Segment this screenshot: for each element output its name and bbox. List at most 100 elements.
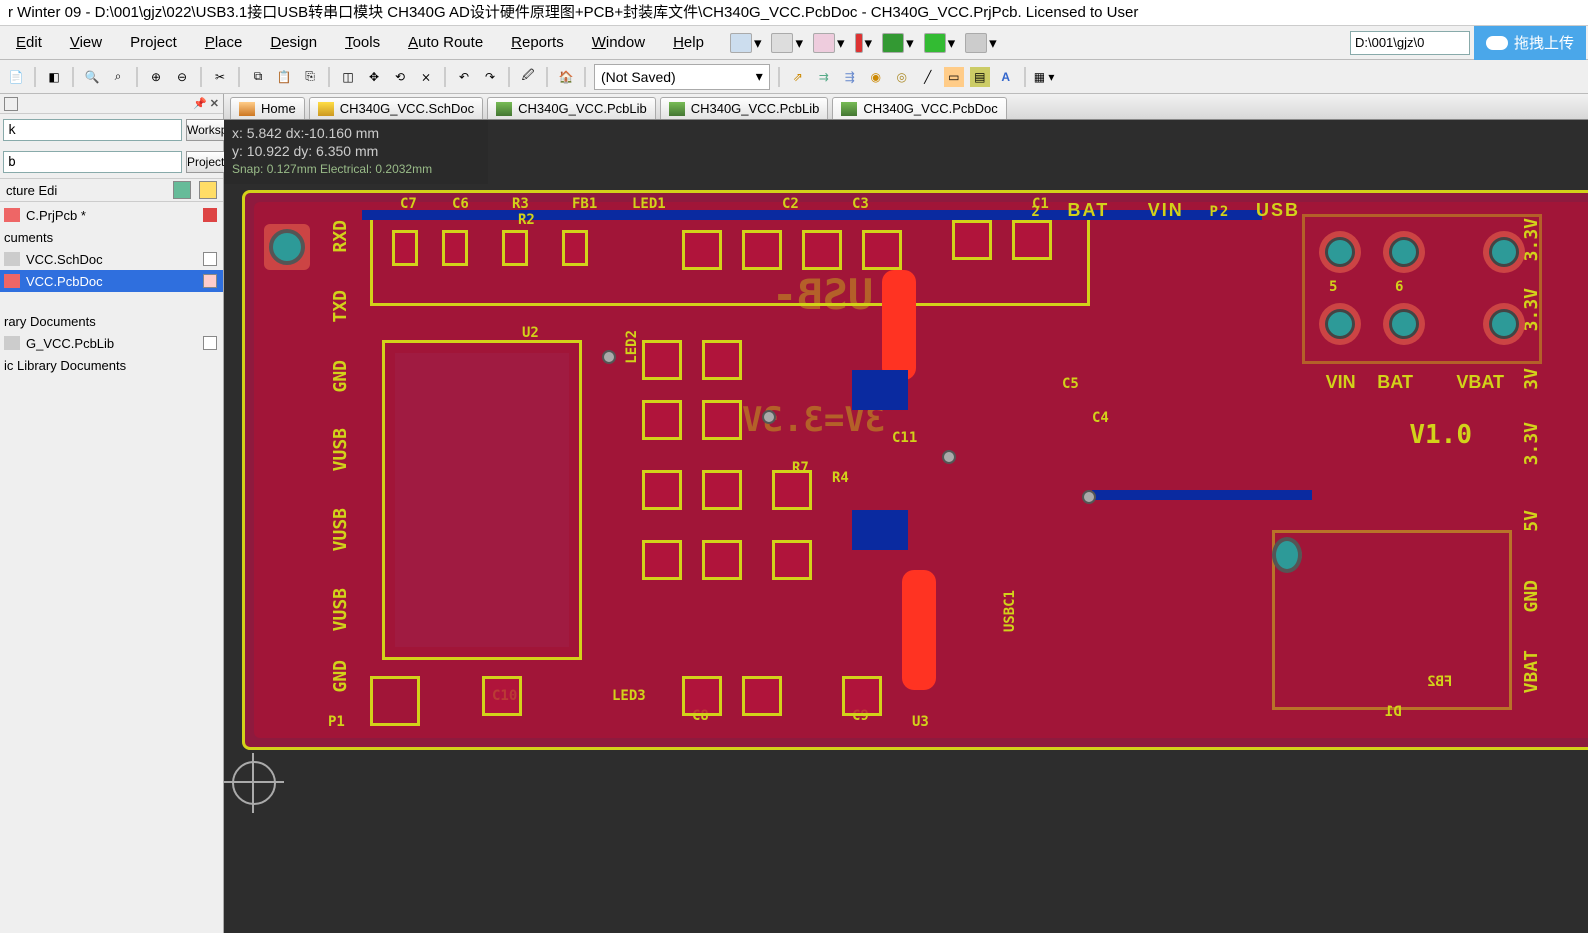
pad[interactable] — [772, 540, 812, 580]
menu-edit[interactable]: Edit — [2, 28, 56, 57]
zoom-window-button[interactable]: 🔍 — [82, 67, 102, 87]
tree-schdoc[interactable]: VCC.SchDoc — [0, 248, 223, 270]
pad[interactable] — [802, 230, 842, 270]
clear-button[interactable]: ⨯ — [416, 67, 436, 87]
route-diff-button[interactable]: ⇉ — [814, 67, 834, 87]
pad[interactable] — [442, 230, 468, 266]
project-input[interactable] — [3, 151, 182, 173]
save-state-dropdown[interactable]: (Not Saved)▾ — [594, 64, 770, 90]
move-button[interactable]: ✥ — [364, 67, 384, 87]
cut-button[interactable]: ✂ — [210, 67, 230, 87]
panel-menu-icon[interactable] — [4, 97, 18, 111]
pad[interactable] — [642, 400, 682, 440]
connector-p2[interactable]: 5 6 — [1302, 214, 1542, 364]
options-icon[interactable] — [199, 181, 217, 199]
led-body[interactable] — [902, 570, 936, 690]
pad[interactable] — [642, 340, 682, 380]
pad[interactable] — [772, 470, 812, 510]
zoom-out-button[interactable]: ⊖ — [172, 67, 192, 87]
refresh-icon[interactable] — [173, 181, 191, 199]
zoom-fit-button[interactable]: ⌕ — [108, 67, 128, 87]
pad[interactable] — [1483, 231, 1525, 273]
via[interactable] — [602, 350, 616, 364]
pad[interactable] — [702, 470, 742, 510]
cross-probe-button[interactable]: 🖉 — [518, 67, 538, 87]
via[interactable] — [1272, 540, 1302, 570]
copy-button[interactable]: ⧉ — [248, 67, 268, 87]
pcb-board[interactable]: P1 RXD TXD GND VUSB VUSB VUSB GND 3.3V 3… — [242, 190, 1588, 750]
component-usbc[interactable] — [1272, 530, 1512, 710]
path-input[interactable] — [1350, 31, 1470, 55]
browse-button[interactable]: 🏠 — [556, 67, 576, 87]
select-button[interactable]: ◫ — [338, 67, 358, 87]
grid-dropdown[interactable]: ▦ ▾ — [1034, 70, 1055, 84]
pad[interactable] — [642, 540, 682, 580]
component-u2[interactable] — [382, 340, 582, 660]
quick-text-dropdown[interactable]: ▾ — [924, 33, 956, 53]
tab-home[interactable]: Home — [230, 97, 305, 119]
via[interactable] — [1082, 490, 1096, 504]
menu-tools[interactable]: Tools — [331, 28, 394, 57]
upload-drop-area[interactable]: 拖拽上传 — [1474, 26, 1586, 60]
tree-project[interactable]: C.PrjPcb * — [0, 204, 223, 226]
pad[interactable] — [702, 400, 742, 440]
pad[interactable] — [264, 224, 310, 270]
route-track-button[interactable]: ⇗ — [788, 67, 808, 87]
undo-button[interactable]: ↶ — [454, 67, 474, 87]
new-doc-button[interactable]: 📄 — [6, 67, 26, 87]
tab-pcblib-2[interactable]: CH340G_VCC.PcbLib — [660, 97, 829, 119]
pad[interactable] — [862, 230, 902, 270]
place-region-button[interactable]: ▤ — [970, 67, 990, 87]
route-multi-button[interactable]: ⇶ — [840, 67, 860, 87]
tree-iclib-folder[interactable]: ic Library Documents — [0, 354, 223, 376]
place-line-button[interactable]: ╱ — [918, 67, 938, 87]
pad[interactable] — [952, 220, 992, 260]
pad[interactable] — [1383, 231, 1425, 273]
redo-button[interactable]: ↷ — [480, 67, 500, 87]
menu-place[interactable]: Place — [191, 28, 257, 57]
quick-via-dropdown[interactable]: ▾ — [813, 33, 845, 53]
place-string-button[interactable]: A — [996, 67, 1016, 87]
tree-pcbdoc[interactable]: VCC.PcbDoc — [0, 270, 223, 292]
menu-help[interactable]: Help — [659, 28, 718, 57]
deselect-button[interactable]: ⟲ — [390, 67, 410, 87]
pad[interactable] — [702, 540, 742, 580]
menu-window[interactable]: Window — [578, 28, 659, 57]
compile-button[interactable]: ◧ — [44, 67, 64, 87]
pad[interactable] — [562, 230, 588, 266]
place-pad-button[interactable]: ◎ — [892, 67, 912, 87]
pad[interactable] — [1319, 303, 1361, 345]
tree-documents-folder[interactable]: cuments — [0, 226, 223, 248]
tab-pcblib-1[interactable]: CH340G_VCC.PcbLib — [487, 97, 656, 119]
project-button[interactable]: Project — [186, 151, 225, 173]
pad[interactable] — [1319, 231, 1361, 273]
pad[interactable] — [742, 230, 782, 270]
menu-autoroute[interactable]: Auto Route — [394, 28, 497, 57]
quick-pad-dropdown[interactable]: ▾ — [882, 33, 914, 53]
via[interactable] — [942, 450, 956, 464]
pad[interactable] — [1012, 220, 1052, 260]
pcb-canvas[interactable]: x: 5.842 dx:-10.160 mm y: 10.922 dy: 6.3… — [224, 120, 1588, 933]
menu-view[interactable]: View — [56, 28, 116, 57]
tab-pcbdoc[interactable]: CH340G_VCC.PcbDoc — [832, 97, 1006, 119]
quick-align-dropdown[interactable]: ▾ — [771, 33, 803, 53]
pad-sq[interactable] — [370, 676, 420, 726]
zoom-in-button[interactable]: ⊕ — [146, 67, 166, 87]
workspace-input[interactable] — [3, 119, 182, 141]
place-via-button[interactable]: ◉ — [866, 67, 886, 87]
pad[interactable] — [502, 230, 528, 266]
menu-reports[interactable]: Reports — [497, 28, 578, 57]
pad[interactable] — [702, 340, 742, 380]
pad[interactable] — [682, 676, 722, 716]
pad[interactable] — [742, 676, 782, 716]
menu-design[interactable]: Design — [256, 28, 331, 57]
quick-grid-dropdown[interactable]: ▾ — [965, 33, 997, 53]
tree-pcblib[interactable]: G_VCC.PcbLib — [0, 332, 223, 354]
panel-pin-icon[interactable]: 📌 ✕ — [193, 97, 219, 110]
menu-project[interactable]: Project — [116, 28, 191, 57]
quick-layer-dropdown[interactable]: ▾ — [730, 33, 762, 53]
place-fill-button[interactable]: ▭ — [944, 67, 964, 87]
pad[interactable] — [642, 470, 682, 510]
paste-button[interactable]: 📋 — [274, 67, 294, 87]
tree-lib-folder[interactable]: rary Documents — [0, 310, 223, 332]
